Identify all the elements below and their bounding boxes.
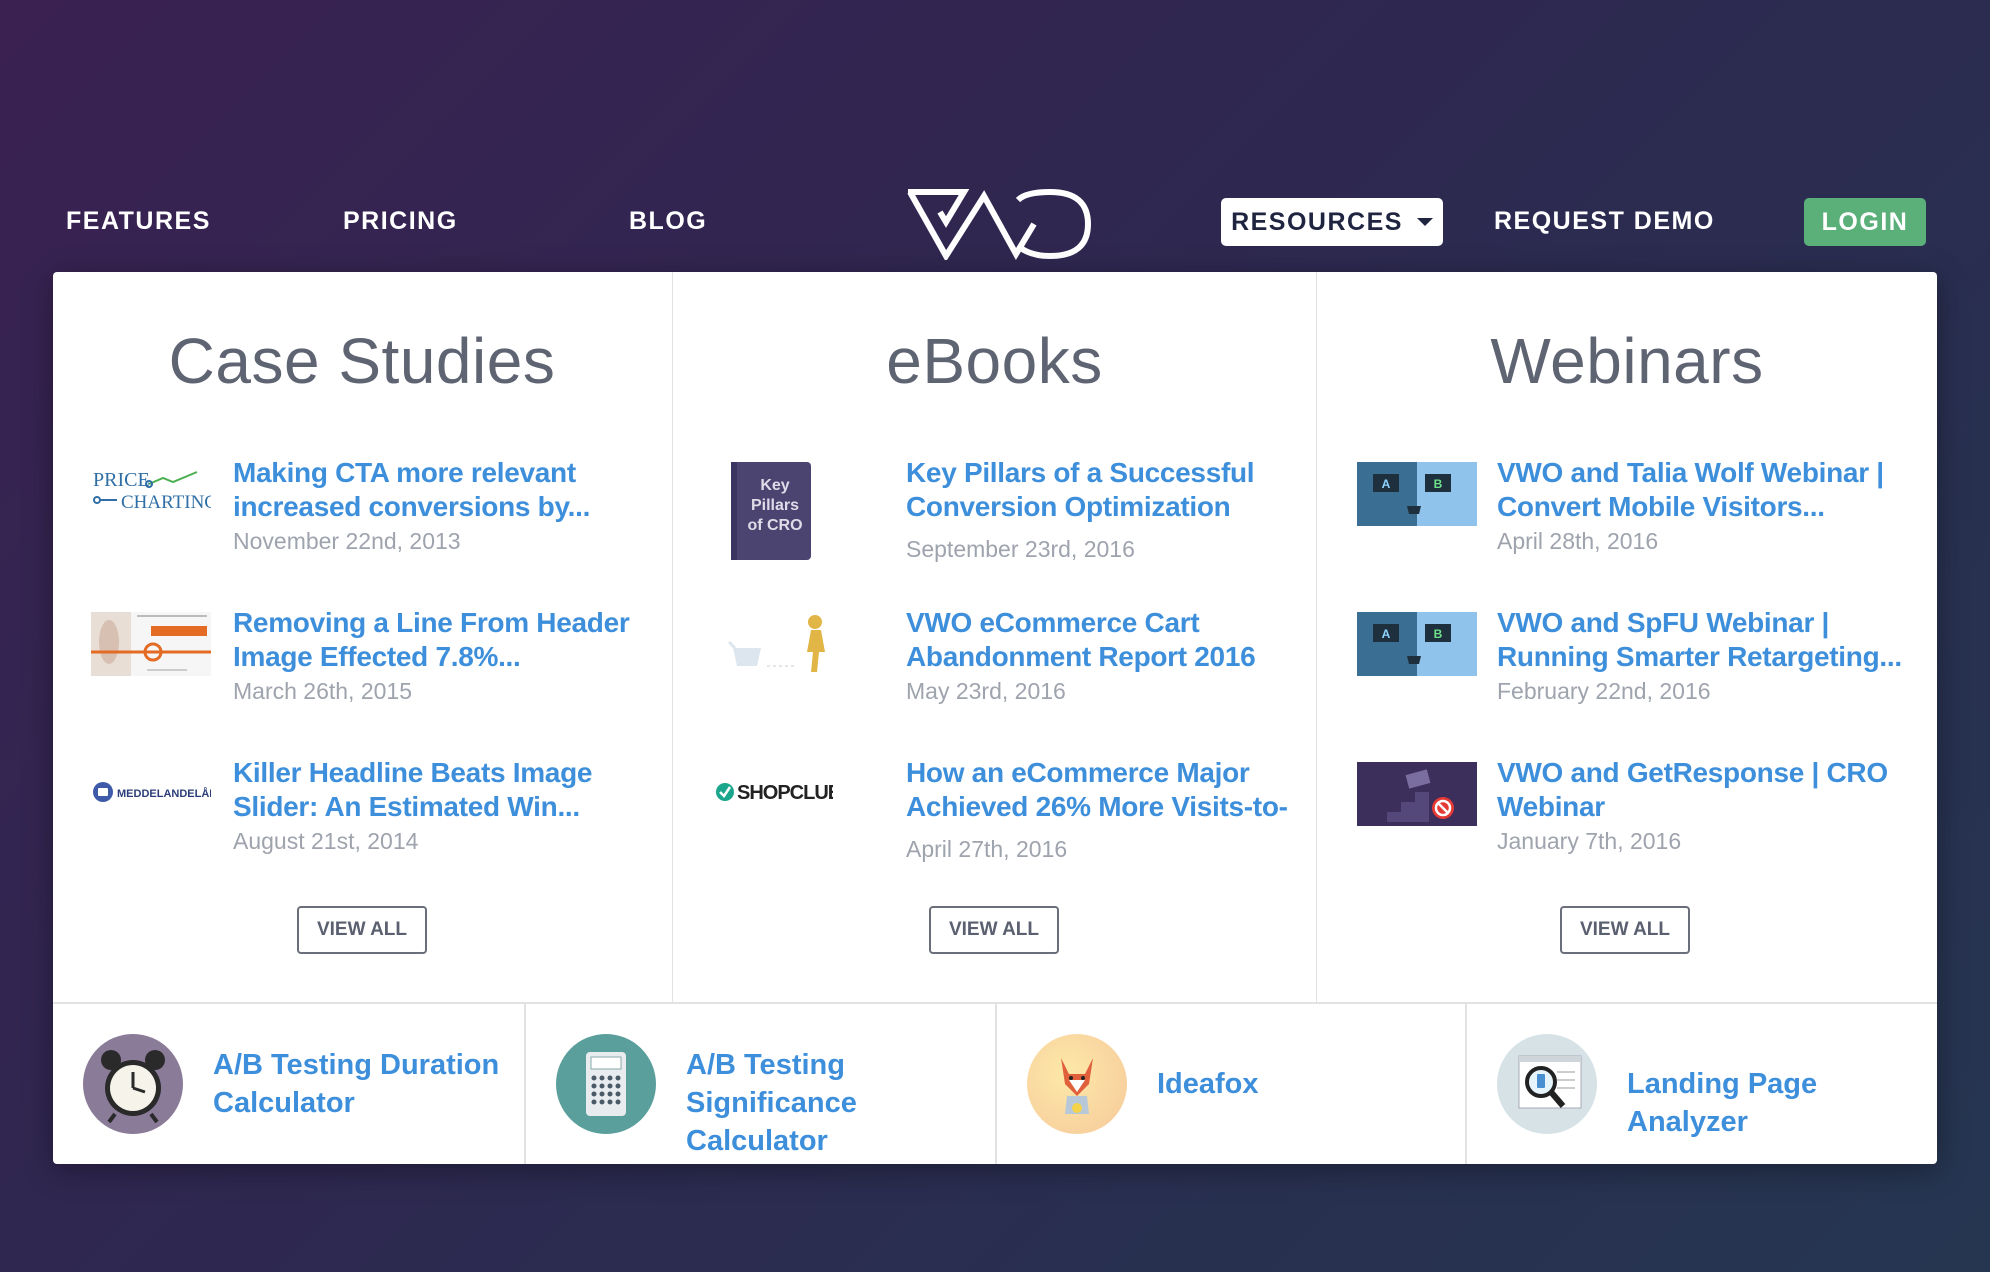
item-title-line: Making CTA more relevant bbox=[233, 457, 576, 488]
svg-text:B: B bbox=[1434, 627, 1443, 641]
resource-columns: Case Studies PRICE CHARTING Making CTA m… bbox=[53, 272, 1937, 1002]
svg-text:B: B bbox=[1434, 477, 1443, 491]
svg-text:A: A bbox=[1382, 477, 1391, 491]
list-item[interactable]: Removing a Line From Header Image Effect… bbox=[53, 606, 671, 716]
top-nav: FEATURES PRICING BLOG RESOURCES REQUEST … bbox=[0, 188, 1990, 260]
tool-label-line: A/B Testing Duration bbox=[213, 1049, 500, 1081]
price-charting-logo: PRICE CHARTING bbox=[91, 462, 211, 526]
tool-ab-duration[interactable]: A/B Testing Duration Calculator bbox=[53, 1004, 524, 1164]
ab-screens-thumb: A B bbox=[1357, 612, 1477, 676]
login-button[interactable]: LOGIN bbox=[1804, 198, 1926, 246]
item-title-line: Abandonment Report 2016 bbox=[906, 641, 1256, 672]
tool-ideafox[interactable]: Ideafox bbox=[995, 1004, 1465, 1164]
item-title-line: Running Smarter Retargeting... bbox=[1497, 641, 1902, 672]
shopclues-logo: SHOPCLUES bbox=[713, 762, 833, 826]
list-item[interactable]: Key Pillars of CRO Key Pillars of a Succ… bbox=[673, 456, 1316, 566]
meddelandelan-logo: MEDDELANDELÅN bbox=[91, 762, 211, 826]
webinars-title: Webinars bbox=[1490, 325, 1764, 397]
item-date: September 23rd, 2016 bbox=[906, 536, 1135, 562]
list-item[interactable]: VWO eCommerce Cart Abandonment Report 20… bbox=[673, 606, 1316, 716]
item-date: November 22nd, 2013 bbox=[233, 528, 461, 554]
item-date: January 7th, 2016 bbox=[1497, 828, 1682, 854]
ebooks-view-all-button[interactable]: VIEW ALL bbox=[929, 906, 1059, 954]
ebooks-title: eBooks bbox=[886, 325, 1103, 397]
nav-blog-link[interactable]: BLOG bbox=[629, 188, 707, 254]
svg-text:A: A bbox=[1382, 627, 1391, 641]
list-item[interactable]: A B VWO and Talia Wolf Webinar | Convert… bbox=[1317, 456, 1937, 566]
case-studies-column: Case Studies PRICE CHARTING Making CTA m… bbox=[53, 272, 671, 1002]
key-pillars-book: Key Pillars of CRO bbox=[727, 460, 817, 564]
case-studies-title: Case Studies bbox=[168, 325, 556, 397]
tool-landing-page-analyzer[interactable]: Landing Page Analyzer bbox=[1465, 1004, 1937, 1164]
list-item[interactable]: VWO and GetResponse | CRO Webinar Januar… bbox=[1317, 756, 1937, 866]
tool-label-line: Landing Page Analyzer bbox=[1627, 1068, 1818, 1138]
item-date: February 22nd, 2016 bbox=[1497, 678, 1711, 704]
ebooks-column: eBooks Key Pillars of CRO Key Pillars of… bbox=[672, 272, 1316, 1002]
item-title-line: Convert Mobile Visitors... bbox=[1497, 491, 1825, 522]
svg-text:MEDDELANDELÅN: MEDDELANDELÅN bbox=[117, 787, 211, 800]
item-title-line: Image Effected 7.8%... bbox=[233, 641, 521, 672]
item-title-line: VWO eCommerce Cart bbox=[906, 607, 1200, 638]
header-image-thumb bbox=[91, 612, 211, 676]
resources-dropdown-button[interactable]: RESOURCES bbox=[1221, 198, 1443, 246]
list-item[interactable]: A B VWO and SpFU Webinar | Running Smart… bbox=[1317, 606, 1937, 716]
item-title-line: Conversion Optimization bbox=[906, 491, 1231, 522]
tool-label-line: A/B Testing bbox=[686, 1049, 845, 1081]
svg-text:Pillars: Pillars bbox=[751, 497, 799, 514]
blocked-stairs-thumb bbox=[1357, 762, 1477, 826]
nav-features-link[interactable]: FEATURES bbox=[66, 188, 211, 254]
tool-label-line: Ideafox bbox=[1157, 1068, 1259, 1100]
calculator-icon bbox=[556, 1034, 656, 1134]
item-title-line: Achieved 26% More Visits-to- bbox=[906, 791, 1288, 822]
item-title-line: How an eCommerce Major bbox=[906, 757, 1250, 788]
item-title-line: increased conversions by... bbox=[233, 491, 591, 522]
item-title-line: Killer Headline Beats Image bbox=[233, 757, 593, 788]
item-title-line: Removing a Line From Header bbox=[233, 607, 630, 638]
item-date: August 21st, 2014 bbox=[233, 828, 419, 854]
resources-dropdown-panel: Case Studies PRICE CHARTING Making CTA m… bbox=[53, 272, 1937, 1164]
webinars-view-all-button[interactable]: VIEW ALL bbox=[1560, 906, 1690, 954]
vwo-logo-icon[interactable] bbox=[906, 188, 1092, 260]
svg-text:CHARTING: CHARTING bbox=[121, 492, 211, 513]
list-item[interactable]: PRICE CHARTING Making CTA more relevant … bbox=[53, 456, 671, 566]
item-date: March 26th, 2015 bbox=[233, 678, 413, 704]
fox-icon bbox=[1027, 1034, 1127, 1134]
tool-label-line: Calculator bbox=[213, 1087, 355, 1119]
resources-label: RESOURCES bbox=[1231, 207, 1403, 236]
svg-text:SHOPCLUES: SHOPCLUES bbox=[737, 782, 833, 804]
item-title-line: VWO and Talia Wolf Webinar | bbox=[1497, 457, 1884, 488]
item-title-line: Webinar bbox=[1497, 791, 1605, 822]
nav-pricing-link[interactable]: PRICING bbox=[343, 188, 458, 254]
list-item[interactable]: MEDDELANDELÅN Killer Headline Beats Imag… bbox=[53, 756, 671, 866]
item-title-line: Slider: An Estimated Win... bbox=[233, 791, 580, 822]
nav-request-demo-link[interactable]: REQUEST DEMO bbox=[1494, 188, 1715, 254]
item-title-line: Key Pillars of a Successful bbox=[906, 457, 1255, 488]
webinars-column: Webinars A B VWO and Talia Wolf Webinar … bbox=[1316, 272, 1937, 1002]
tool-label-line: Significance Calculator bbox=[686, 1087, 857, 1157]
cart-walkaway-thumb bbox=[727, 612, 847, 676]
svg-text:of CRO: of CRO bbox=[747, 517, 802, 534]
list-item[interactable]: SHOPCLUES How an eCommerce Major Achieve… bbox=[673, 756, 1316, 866]
magnifier-page-icon bbox=[1497, 1034, 1597, 1134]
caret-down-icon bbox=[1416, 218, 1433, 226]
item-title-line: VWO and SpFU Webinar | bbox=[1497, 607, 1830, 638]
tool-ab-significance[interactable]: A/B Testing Significance Calculator bbox=[524, 1004, 995, 1164]
alarm-clock-icon bbox=[83, 1034, 183, 1134]
case-studies-view-all-button[interactable]: VIEW ALL bbox=[297, 906, 427, 954]
item-title-line: VWO and GetResponse | CRO bbox=[1497, 757, 1888, 788]
item-date: April 27th, 2016 bbox=[906, 836, 1068, 862]
svg-text:Key: Key bbox=[760, 477, 789, 494]
item-date: April 28th, 2016 bbox=[1497, 528, 1659, 554]
ab-screens-thumb: A B bbox=[1357, 462, 1477, 526]
item-date: May 23rd, 2016 bbox=[906, 678, 1066, 704]
svg-text:PRICE: PRICE bbox=[93, 469, 150, 491]
tools-row: A/B Testing Duration Calculator A/B Test… bbox=[53, 1002, 1937, 1164]
